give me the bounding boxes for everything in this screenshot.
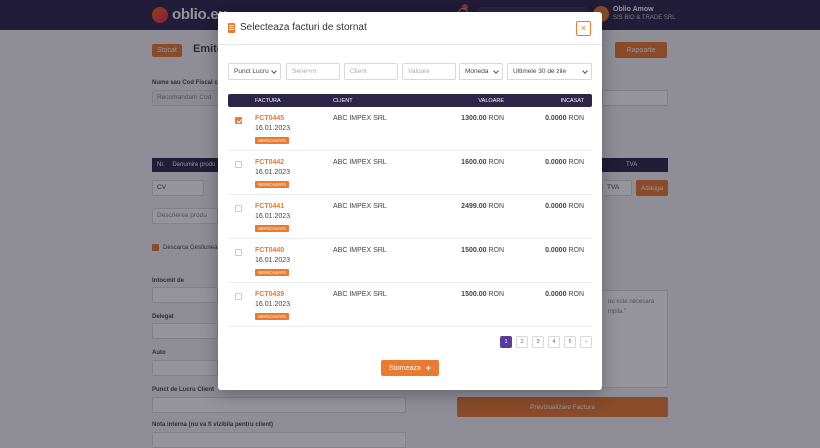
close-button[interactable]: × (576, 21, 591, 36)
invoice-client: ABC IMPEX SRL (333, 159, 387, 166)
invoice-paid-currency: RON (568, 291, 584, 298)
invoice-value: 1500.00 RON (461, 247, 504, 254)
invoice-value-currency: RON (488, 291, 504, 298)
invoice-paid-amount: 0.0000 (545, 203, 567, 210)
status-badge: NEINCASATA (255, 181, 290, 188)
status-badge: NEINCASATA (255, 137, 290, 144)
page-button[interactable]: 1 (500, 336, 512, 348)
period-filter-value: Ultimele 30 de zile (513, 68, 567, 75)
invoice-value-amount: 2499.00 (461, 203, 487, 210)
invoice-date: 16.01.2023 (255, 213, 291, 220)
status-badge: NEINCASATA (255, 269, 290, 276)
invoice-value-amount: 1500.00 (461, 291, 487, 298)
storno-invoices-modal: Selecteaza facturi de stornat × Punct Lu… (218, 12, 602, 390)
chevron-down-icon (493, 68, 499, 74)
page-button[interactable]: 2 (516, 336, 528, 348)
invoice-value-currency: RON (488, 203, 504, 210)
page-button[interactable]: 3 (532, 336, 544, 348)
storno-button[interactable]: Storneaza + (381, 360, 439, 376)
col-value: VALOARE (478, 98, 504, 104)
invoice-client: ABC IMPEX SRL (333, 247, 387, 254)
invoice-value-amount: 1300.00 (461, 115, 487, 122)
col-client: CLIENT (333, 98, 353, 104)
currency-filter[interactable]: Moneda (459, 63, 503, 80)
document-icon (228, 23, 235, 33)
invoice-date: 16.01.2023 (255, 125, 291, 132)
invoices-table-body: FCT0445 16.01.2023 NEINCASATA ABC IMPEX SRL… (228, 107, 592, 327)
invoice-value: 2499.00 RON (461, 203, 504, 210)
modal-header: Selecteaza facturi de stornat × (218, 12, 602, 45)
invoice-date: 16.01.2023 (255, 169, 291, 176)
invoice-paid-currency: RON (568, 115, 584, 122)
row-checkbox[interactable] (235, 117, 242, 124)
modal-title: Selecteaza facturi de stornat (240, 22, 367, 33)
invoice-date: 16.01.2023 (255, 257, 291, 264)
invoice-client: ABC IMPEX SRL (333, 203, 387, 210)
invoice-value: 1600.00 RON (461, 159, 504, 166)
table-row[interactable]: FCT0441 16.01.2023 NEINCASATA ABC IMPEX SRL… (228, 195, 592, 239)
invoice-number-link[interactable]: FCT0441 (255, 203, 284, 210)
table-row[interactable]: FCT0442 16.01.2023 NEINCASATA ABC IMPEX SRL… (228, 151, 592, 195)
invoice-value-currency: RON (488, 247, 504, 254)
row-checkbox[interactable] (235, 249, 242, 256)
page-button[interactable]: 5 (564, 336, 576, 348)
invoice-paid-amount: 0.0000 (545, 247, 567, 254)
status-badge: NEINCASATA (255, 313, 290, 320)
invoice-paid: 0.0000 RON (545, 159, 584, 166)
invoice-paid-currency: RON (568, 203, 584, 210)
plus-icon: + (425, 362, 432, 373)
invoice-number-link[interactable]: FCT0439 (255, 291, 284, 298)
invoice-value-amount: 1600.00 (461, 159, 487, 166)
client-filter[interactable]: Client (344, 63, 398, 80)
invoice-paid-currency: RON (568, 159, 584, 166)
next-page-button[interactable]: › (580, 336, 592, 348)
currency-filter-value: Moneda (465, 68, 489, 75)
storno-button-label: Storneaza (388, 364, 421, 372)
row-checkbox[interactable] (235, 161, 242, 168)
page-button[interactable]: 4 (548, 336, 560, 348)
invoice-paid: 0.0000 RON (545, 247, 584, 254)
invoice-paid-amount: 0.0000 (545, 159, 567, 166)
table-row[interactable]: FCT0440 16.01.2023 NEINCASATA ABC IMPEX SRL… (228, 239, 592, 283)
invoice-paid-amount: 0.0000 (545, 291, 567, 298)
invoice-date: 16.01.2023 (255, 301, 291, 308)
work-point-filter[interactable]: Punct Lucru (228, 63, 281, 80)
invoice-paid-amount: 0.0000 (545, 115, 567, 122)
invoice-value-currency: RON (488, 115, 504, 122)
row-checkbox[interactable] (235, 205, 242, 212)
value-filter[interactable]: Valoare (402, 63, 456, 80)
invoice-number-link[interactable]: FCT0440 (255, 247, 284, 254)
period-filter[interactable]: Ultimele 30 de zile (507, 63, 592, 80)
filters-bar: Punct Lucru Serie+nr Client Valoare Mone… (228, 63, 592, 80)
work-point-filter-value: Punct Lucru (234, 68, 269, 75)
invoice-value: 1500.00 RON (461, 291, 504, 298)
invoice-value-amount: 1500.00 (461, 247, 487, 254)
invoice-value: 1300.00 RON (461, 115, 504, 122)
series-filter[interactable]: Serie+nr (286, 63, 340, 80)
chevron-down-icon (582, 68, 588, 74)
invoice-paid: 0.0000 RON (545, 203, 584, 210)
invoice-paid-currency: RON (568, 247, 584, 254)
invoice-client: ABC IMPEX SRL (333, 291, 387, 298)
col-invoice: FACTURA (255, 98, 281, 104)
invoices-table-header: FACTURA CLIENT VALOARE INCASAT (228, 94, 592, 107)
invoice-value-currency: RON (488, 159, 504, 166)
row-checkbox[interactable] (235, 293, 242, 300)
invoice-paid: 0.0000 RON (545, 291, 584, 298)
table-row[interactable]: FCT0445 16.01.2023 NEINCASATA ABC IMPEX SRL… (228, 107, 592, 151)
col-paid: INCASAT (560, 98, 584, 104)
status-badge: NEINCASATA (255, 225, 290, 232)
invoice-client: ABC IMPEX SRL (333, 115, 387, 122)
invoice-paid: 0.0000 RON (545, 115, 584, 122)
invoice-number-link[interactable]: FCT0442 (255, 159, 284, 166)
invoice-number-link[interactable]: FCT0445 (255, 115, 284, 122)
table-row[interactable]: FCT0439 16.01.2023 NEINCASATA ABC IMPEX SRL… (228, 283, 592, 327)
chevron-down-icon (271, 68, 277, 74)
